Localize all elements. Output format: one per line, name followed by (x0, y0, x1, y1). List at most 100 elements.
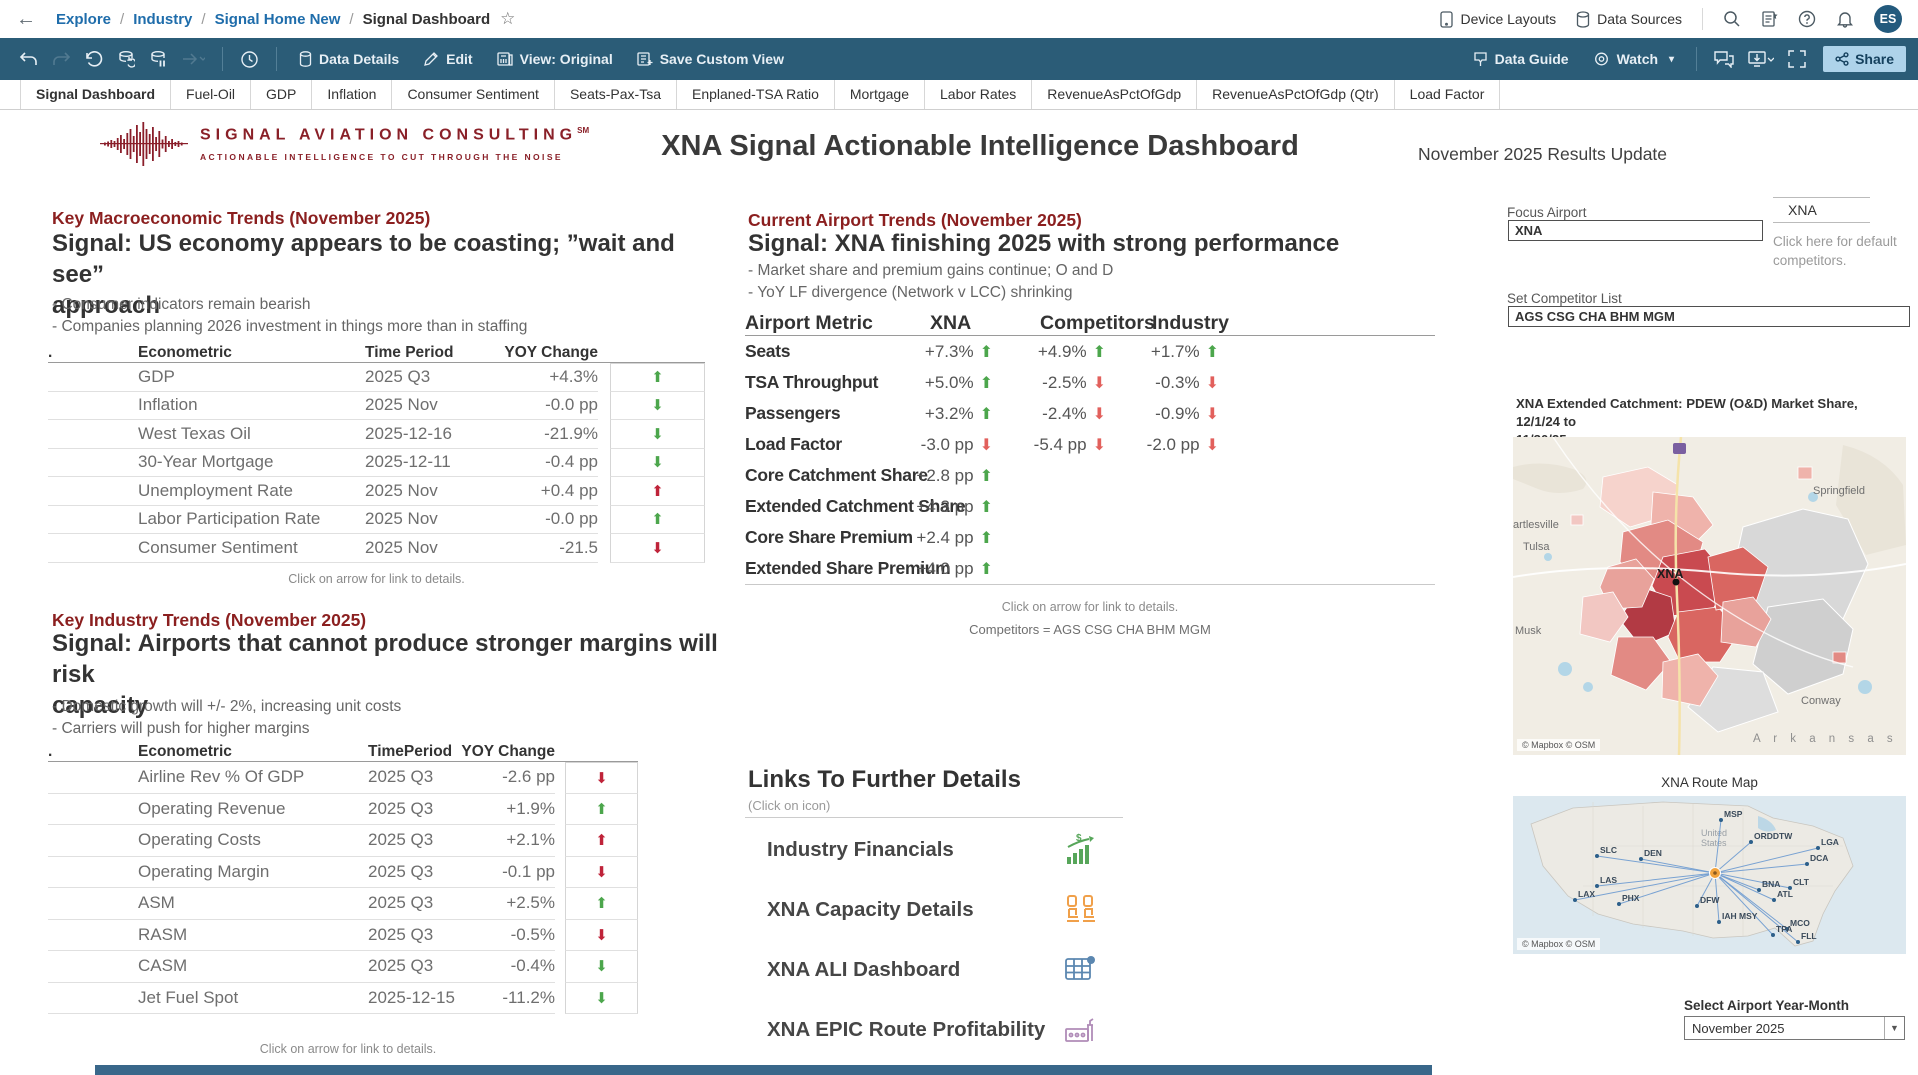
edit-button[interactable]: Edit (411, 51, 484, 67)
trend-arrow-link[interactable]: ⬇ (1093, 435, 1106, 455)
destination-airport-dot[interactable] (1695, 904, 1699, 908)
favorite-star-icon[interactable]: ☆ (500, 9, 515, 29)
run-update-icon[interactable] (174, 51, 212, 67)
trend-arrow-link[interactable]: ⬇ (610, 391, 705, 420)
tab-load-factor[interactable]: Load Factor (1395, 80, 1501, 109)
trend-arrow-link[interactable]: ⬆ (565, 825, 638, 857)
breadcrumb-item[interactable]: Industry (133, 11, 192, 28)
trend-arrow-link[interactable]: ⬇ (1206, 373, 1219, 393)
trend-arrow-link[interactable]: ⬆ (1206, 342, 1219, 362)
breadcrumb-item[interactable]: Signal Home New (215, 11, 341, 28)
notifications-bell-icon[interactable] (1836, 10, 1854, 28)
trend-arrow-link[interactable]: ⬆ (980, 559, 993, 579)
catchment-map[interactable]: Springfield artlesville Tulsa Musk XNA Conway… (1512, 436, 1907, 756)
comments-icon[interactable] (1707, 50, 1741, 68)
trend-arrow-link[interactable]: ⬇ (610, 534, 705, 563)
share-button[interactable]: Share (1823, 46, 1906, 72)
trend-arrow-link[interactable]: ⬆ (565, 793, 638, 825)
trend-arrow-link[interactable]: ⬇ (1206, 404, 1219, 424)
tab-mortgage[interactable]: Mortgage (835, 80, 926, 109)
trend-arrow-link[interactable]: ⬇ (565, 919, 638, 951)
trend-arrow-link[interactable]: ⬇ (565, 856, 638, 888)
destination-airport-dot[interactable] (1816, 846, 1820, 850)
trend-arrow-link[interactable]: ⬇ (610, 448, 705, 477)
trend-arrow-link[interactable]: ⬇ (980, 435, 993, 455)
refresh-data-icon[interactable] (110, 50, 142, 68)
save-custom-view-button[interactable]: Save Custom View (625, 51, 796, 67)
search-icon[interactable] (1723, 10, 1741, 28)
trend-arrow-link[interactable]: ⬆ (565, 888, 638, 920)
trend-arrow-link[interactable]: ⬆ (980, 342, 993, 362)
destination-airport-dot[interactable] (1639, 857, 1643, 861)
tab-signal-dashboard[interactable]: Signal Dashboard (20, 80, 172, 109)
undo-icon[interactable] (12, 51, 45, 68)
svg-text:$: $ (1076, 833, 1082, 844)
trend-arrow-link[interactable]: ⬆ (980, 528, 993, 548)
pause-updates-icon[interactable] (142, 50, 174, 68)
tab-gdp[interactable]: GDP (251, 80, 313, 109)
trend-arrow-link[interactable]: ⬆ (980, 373, 993, 393)
trend-arrow-link[interactable]: ⬆ (1093, 342, 1106, 362)
trend-arrow-link[interactable]: ⬇ (565, 762, 638, 794)
destination-airport-dot[interactable] (1796, 940, 1800, 944)
airport-terminal-icon[interactable] (1063, 1013, 1097, 1047)
view-original-button[interactable]: View: Original (485, 51, 625, 67)
destination-airport-dot[interactable] (1595, 884, 1599, 888)
tab-consumer-sentiment[interactable]: Consumer Sentiment (392, 80, 555, 109)
download-icon[interactable] (1741, 50, 1781, 68)
phone-icon (1440, 10, 1454, 28)
tab-labor-rates[interactable]: Labor Rates (925, 80, 1033, 109)
airline-seats-icon[interactable] (1063, 893, 1097, 927)
table-row: Inflation 2025 Nov -0.0 pp ⬇ (48, 391, 705, 420)
breadcrumb-item[interactable]: Explore (56, 11, 111, 28)
trend-arrow-link[interactable]: ⬆ (980, 497, 993, 517)
tab-enplaned-tsa-ratio[interactable]: Enplaned-TSA Ratio (677, 80, 835, 109)
destination-airport-dot[interactable] (1771, 933, 1775, 937)
back-arrow-icon[interactable]: ← (16, 8, 36, 31)
device-layouts-button[interactable]: Device Layouts (1440, 10, 1556, 28)
trend-arrow-link[interactable]: ⬆ (610, 477, 705, 506)
destination-airport-dot[interactable] (1717, 920, 1721, 924)
trend-arrow-link[interactable]: ⬆ (980, 404, 993, 424)
destination-airport-dot[interactable] (1772, 898, 1776, 902)
tab-revenueaspctofgdp[interactable]: RevenueAsPctOfGdp (1032, 80, 1198, 109)
tab-seats-pax-tsa[interactable]: Seats-Pax-Tsa (555, 80, 677, 109)
tab-revenueaspctofgdp-qtr-[interactable]: RevenueAsPctOfGdp (Qtr) (1197, 80, 1395, 109)
destination-airport-dot[interactable] (1749, 840, 1753, 844)
trend-arrow-link[interactable]: ⬆ (610, 363, 705, 392)
trend-arrow-link[interactable]: ⬇ (1206, 435, 1219, 455)
timer-icon[interactable] (233, 50, 266, 69)
financials-chart-icon[interactable]: $ (1063, 833, 1097, 867)
revert-icon[interactable] (78, 50, 110, 68)
focus-airport-input[interactable]: XNA (1508, 220, 1763, 241)
destination-airport-dot[interactable] (1595, 854, 1599, 858)
competitor-list-input[interactable]: AGS CSG CHA BHM MGM (1508, 306, 1910, 327)
trend-arrow-link[interactable]: ⬇ (1093, 373, 1106, 393)
trend-arrow-link[interactable]: ⬆ (610, 505, 705, 534)
release-notes-icon[interactable] (1761, 10, 1778, 28)
destination-airport-dot[interactable] (1573, 898, 1577, 902)
data-sources-button[interactable]: Data Sources (1576, 10, 1682, 28)
destination-airport-dot[interactable] (1617, 902, 1621, 906)
tab-inflation[interactable]: Inflation (312, 80, 393, 109)
trend-arrow-link[interactable]: ⬇ (565, 951, 638, 983)
watch-button[interactable]: Watch ▾ (1581, 51, 1687, 67)
data-details-button[interactable]: Data Details (287, 51, 411, 67)
tab-fuel-oil[interactable]: Fuel-Oil (171, 80, 252, 109)
default-competitors-button[interactable]: XNA (1773, 197, 1870, 223)
trend-arrow-link[interactable]: ⬇ (610, 420, 705, 449)
fullscreen-icon[interactable] (1781, 50, 1813, 68)
destination-airport-dot[interactable] (1719, 818, 1723, 822)
destination-airport-dot[interactable] (1805, 862, 1809, 866)
redo-icon[interactable] (45, 51, 78, 68)
destination-airport-dot[interactable] (1757, 888, 1761, 892)
route-map[interactable]: United States MSP ORDDTW SLC DEN LGA DCA BNA CLT A… (1513, 796, 1906, 954)
help-icon[interactable] (1798, 10, 1816, 28)
year-month-select[interactable]: November 2025 ▼ (1684, 1016, 1905, 1040)
dashboard-grid-icon[interactable] (1063, 953, 1097, 987)
trend-arrow-link[interactable]: ⬇ (1093, 404, 1106, 424)
data-guide-button[interactable]: Data Guide (1461, 51, 1581, 67)
trend-arrow-link[interactable]: ⬇ (565, 982, 638, 1014)
avatar[interactable]: ES (1874, 5, 1902, 33)
trend-arrow-link[interactable]: ⬆ (980, 466, 993, 486)
